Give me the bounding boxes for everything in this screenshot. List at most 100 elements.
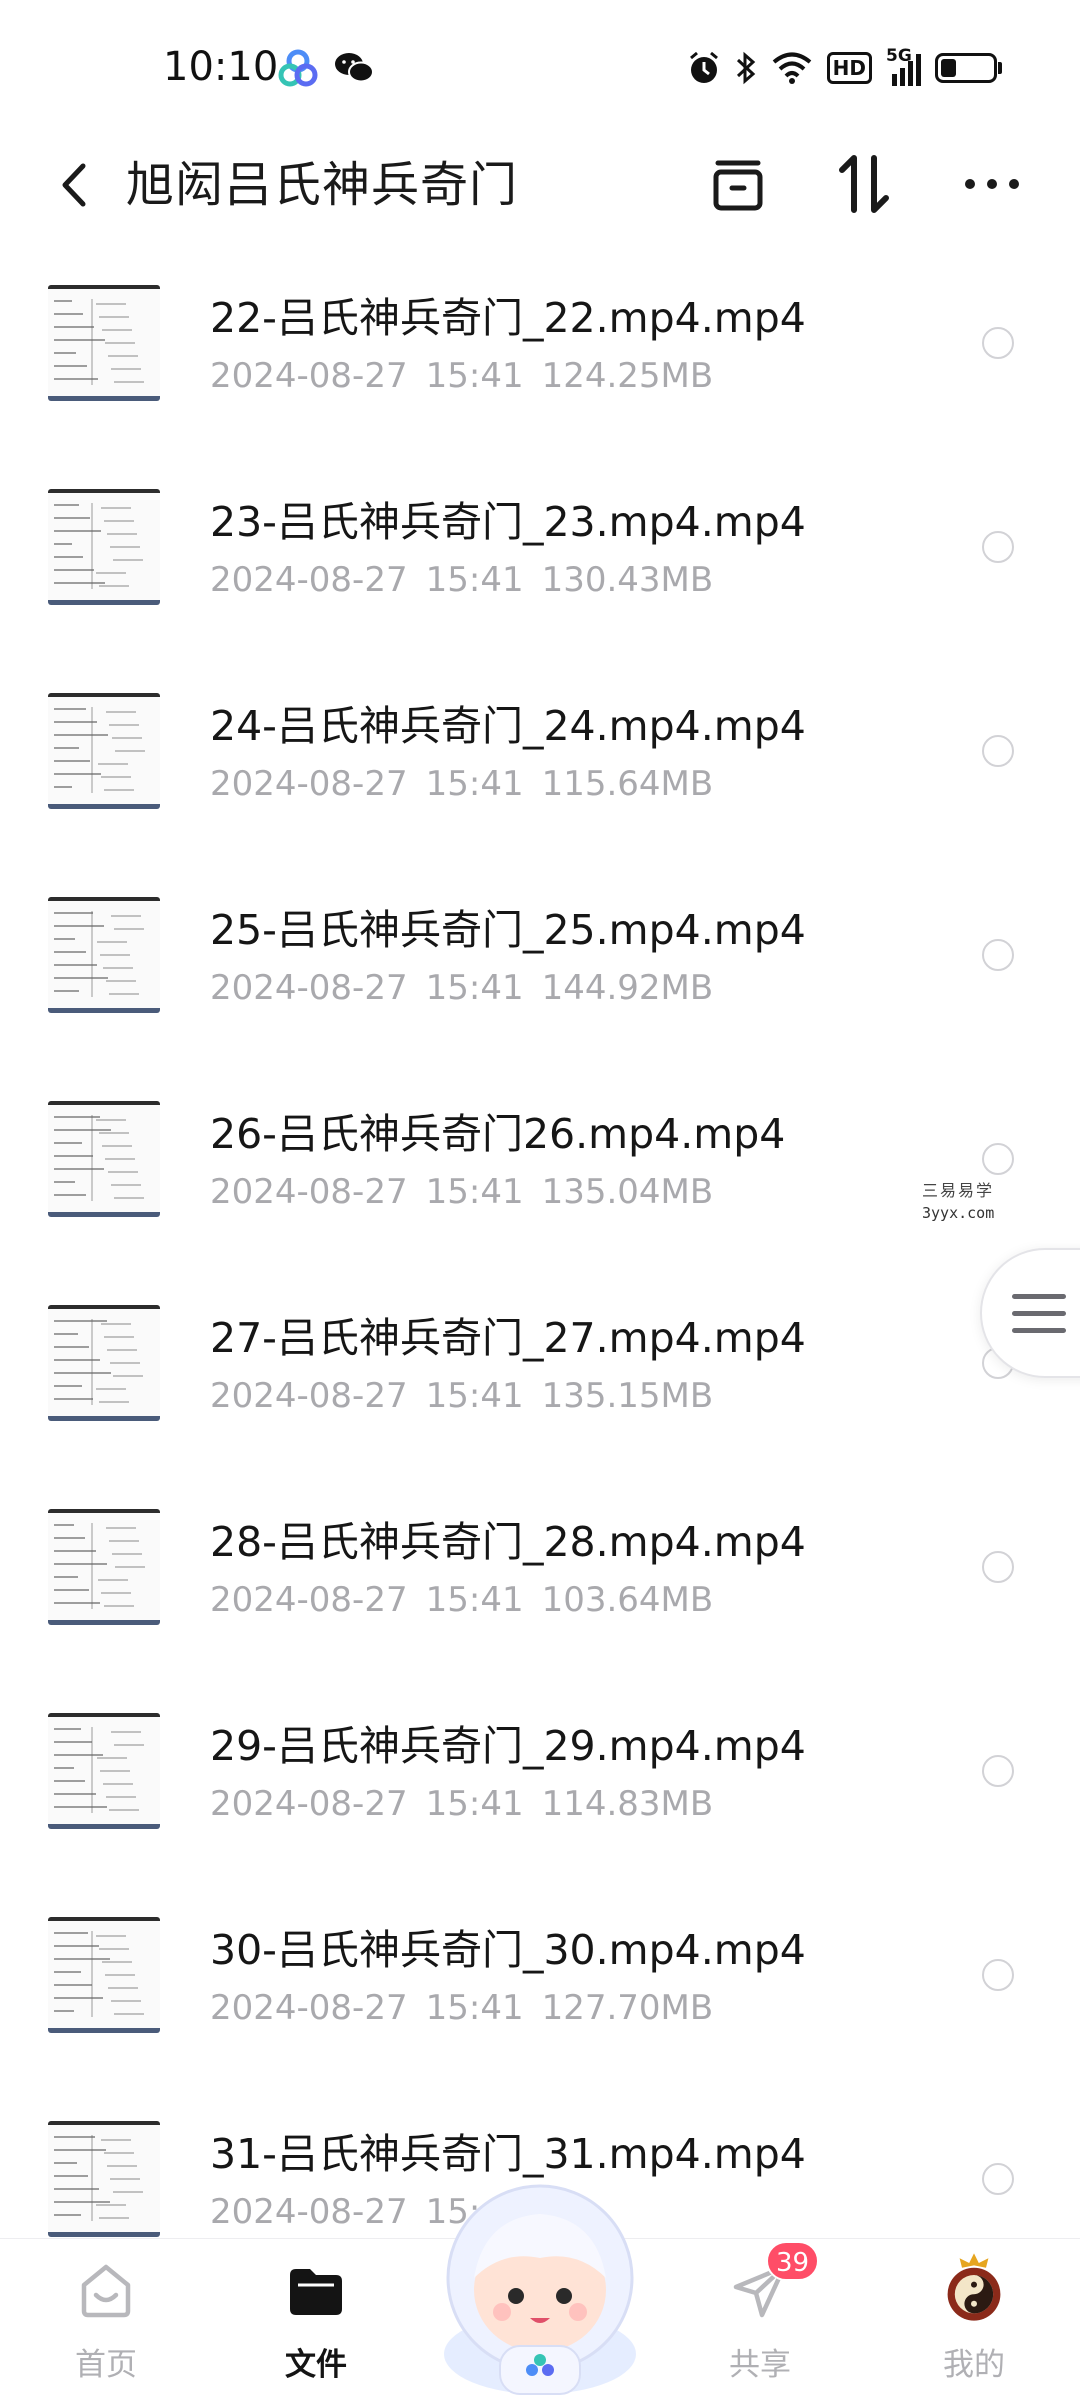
network-type-label: 5G [886, 46, 912, 66]
file-name: 30-吕氏神兵奇门_30.mp4.mp4 [210, 1926, 806, 1974]
nav-home[interactable]: 首页 [36, 2239, 176, 2400]
file-row[interactable]: 29-吕氏神兵奇门_29.mp4.mp4 2024-08-27 15:41 114.8… [0, 1678, 1080, 1882]
file-size: 115.64MB [541, 764, 714, 804]
file-size: 135.15MB [541, 1376, 714, 1416]
sort-button[interactable] [826, 146, 902, 222]
file-meta: 2024-08-27 15:41 114.83MB [210, 1784, 713, 1824]
5g-signal-icon: 5G [886, 46, 921, 86]
select-checkbox[interactable] [982, 939, 1014, 971]
video-thumbnail [48, 1305, 160, 1421]
video-thumbnail [48, 1509, 160, 1625]
file-name: 25-吕氏神兵奇门_25.mp4.mp4 [210, 906, 806, 954]
file-row[interactable]: 24-吕氏神兵奇门_24.mp4.mp4 2024-08-27 15:41 115.6… [0, 658, 1080, 862]
file-date: 2024-08-27 [210, 1376, 408, 1416]
file-time: 15:41 [425, 1988, 524, 2028]
folder-icon [290, 2269, 342, 2315]
file-meta: 2024-08-27 15:41 127.70MB [210, 1988, 713, 2028]
file-meta: 2024-08-27 15:41 144.92MB [210, 968, 713, 1008]
file-name: 26-吕氏神兵奇门26.mp4.mp4 [210, 1110, 786, 1158]
file-name: 22-吕氏神兵奇门_22.mp4.mp4 [210, 294, 806, 342]
file-row[interactable]: 30-吕氏神兵奇门_30.mp4.mp4 2024-08-27 15:41 127.7… [0, 1882, 1080, 2086]
nav-files[interactable]: 文件 [246, 2239, 386, 2400]
file-date: 2024-08-27 [210, 1784, 408, 1824]
file-time: 15:41 [425, 356, 524, 396]
file-row[interactable]: 27-吕氏神兵奇门_27.mp4.mp4 2024-08-27 15:41 135.1… [0, 1270, 1080, 1474]
file-meta: 2024-08-27 15:41 135.04MB [210, 1172, 713, 1212]
file-time: 15:41 [425, 1784, 524, 1824]
wifi-icon [772, 52, 811, 84]
file-date: 2024-08-27 [210, 560, 408, 600]
file-size: 124.25MB [541, 356, 714, 396]
file-row[interactable]: 22-吕氏神兵奇门_22.mp4.mp4 2024-08-27 15:41 124.2… [0, 250, 1080, 454]
nav-files-label: 文件 [285, 2347, 347, 2383]
battery-icon [935, 53, 1002, 83]
file-size: 135.04MB [541, 1172, 714, 1212]
file-date: 2024-08-27 [210, 764, 408, 804]
mascot-assistant-button[interactable] [428, 2178, 652, 2400]
archive-button[interactable] [700, 146, 776, 222]
sort-icon [839, 155, 889, 213]
file-time: 15:41 [425, 560, 524, 600]
file-time: 15:41 [425, 764, 524, 804]
file-date: 2024-08-27 [210, 1580, 408, 1620]
nav-mine-label: 我的 [943, 2347, 1005, 2383]
bluetooth-icon [736, 51, 755, 85]
file-row[interactable]: 26-吕氏神兵奇门26.mp4.mp4 2024-08-27 15:41 135.04… [0, 1066, 1080, 1270]
nav-share-label: 共享 [729, 2347, 791, 2383]
wechat-icon [335, 53, 374, 83]
nav-home-label: 首页 [75, 2347, 137, 2383]
watermark-url: 3yyx.com [922, 1204, 995, 1222]
file-row[interactable]: 23-吕氏神兵奇门_23.mp4.mp4 2024-08-27 15:41 130.4… [0, 454, 1080, 658]
select-checkbox[interactable] [982, 2163, 1014, 2195]
menu-lines-icon [1012, 1294, 1066, 1345]
home-icon [81, 2264, 131, 2318]
video-thumbnail [48, 1713, 160, 1829]
share-badge: 39 [766, 2241, 820, 2281]
file-date: 2024-08-27 [210, 356, 408, 396]
video-thumbnail [48, 693, 160, 809]
file-time: 15:41 [425, 1172, 524, 1212]
file-meta: 2024-08-27 15:41 124.25MB [210, 356, 713, 396]
file-meta: 2024-08-27 15:41 115.64MB [210, 764, 713, 804]
select-checkbox[interactable] [982, 1551, 1014, 1583]
video-thumbnail [48, 2121, 160, 2237]
hd-icon: HD [826, 52, 872, 84]
file-size: 103.64MB [541, 1580, 714, 1620]
file-time: 15:41 [425, 968, 524, 1008]
video-thumbnail [48, 1917, 160, 2033]
file-meta: 2024-08-27 15:41 135.15MB [210, 1376, 713, 1416]
file-name: 24-吕氏神兵奇门_24.mp4.mp4 [210, 702, 806, 750]
file-name: 31-吕氏神兵奇门_31.mp4.mp4 [210, 2130, 806, 2178]
select-checkbox[interactable] [982, 531, 1014, 563]
video-thumbnail [48, 1101, 160, 1217]
file-time: 15:41 [425, 1580, 524, 1620]
header: 旭闳吕氏神兵奇门 [0, 130, 1080, 250]
file-size: 144.92MB [541, 968, 714, 1008]
chevron-left-icon [62, 163, 86, 207]
nav-share[interactable]: 39 共享 [690, 2239, 830, 2400]
page-title: 旭闳吕氏神兵奇门 [126, 157, 519, 213]
select-checkbox[interactable] [982, 735, 1014, 767]
file-date: 2024-08-27 [210, 968, 408, 1008]
nav-mine[interactable]: 我的 [904, 2239, 1044, 2400]
file-size: 130.43MB [541, 560, 714, 600]
file-date: 2024-08-27 [210, 1172, 408, 1212]
select-checkbox[interactable] [982, 1755, 1014, 1787]
select-checkbox[interactable] [982, 1143, 1014, 1175]
file-meta: 2024-08-27 15:41 103.64MB [210, 1580, 713, 1620]
file-size: 127.70MB [541, 1988, 714, 2028]
alarm-icon [689, 51, 718, 83]
file-row[interactable]: 28-吕氏神兵奇门_28.mp4.mp4 2024-08-27 15:41 103.6… [0, 1474, 1080, 1678]
more-icon [965, 179, 1019, 189]
select-checkbox[interactable] [982, 327, 1014, 359]
baidu-netdisk-icon [278, 49, 318, 87]
file-row[interactable]: 25-吕氏神兵奇门_25.mp4.mp4 2024-08-27 15:41 144.9… [0, 862, 1080, 1066]
video-thumbnail [48, 489, 160, 605]
file-list: 22-吕氏神兵奇门_22.mp4.mp4 2024-08-27 15:41 124.2… [0, 250, 1080, 2240]
select-checkbox[interactable] [982, 1959, 1014, 1991]
more-button[interactable] [954, 146, 1030, 222]
watermark-text: 三易易学 [922, 1181, 995, 1200]
back-button[interactable] [44, 152, 104, 218]
file-size: 114.83MB [541, 1784, 714, 1824]
status-time: 10:10 [163, 44, 279, 90]
